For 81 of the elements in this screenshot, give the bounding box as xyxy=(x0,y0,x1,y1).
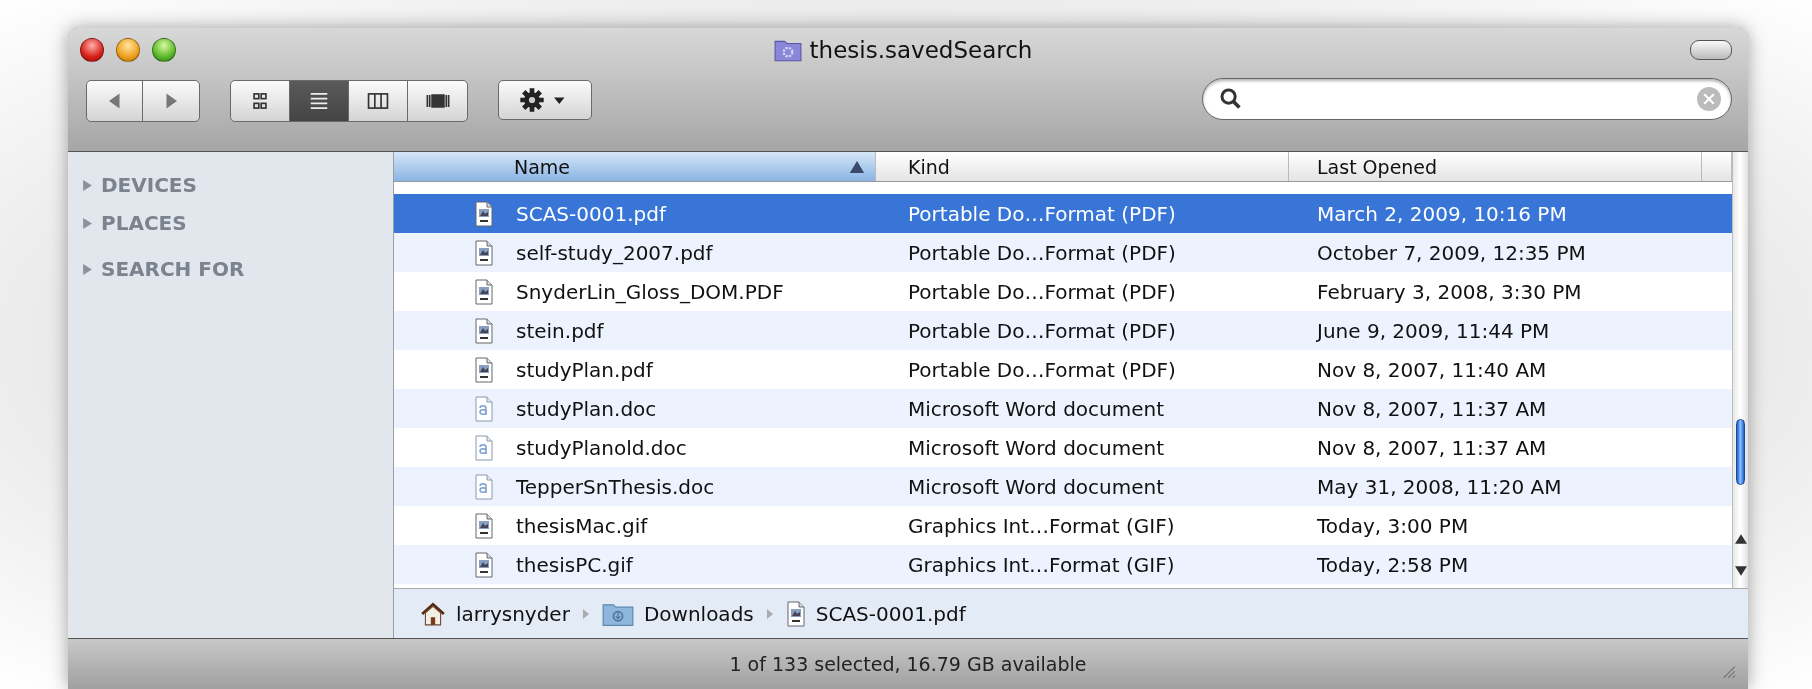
view-button[interactable] xyxy=(290,81,349,121)
disclosure-triangle-icon xyxy=(82,263,93,275)
file-kind: Microsoft Word document xyxy=(908,435,1165,460)
last-opened: March 2, 2009, 10:16 PM xyxy=(1317,201,1567,226)
file-name: stein.pdf xyxy=(516,318,604,343)
status-text: 1 of 133 selected, 16.79 GB available xyxy=(729,653,1087,675)
document-icon xyxy=(474,355,494,384)
file-kind: Portable Do…Format (PDF) xyxy=(908,357,1176,382)
file-kind: Microsoft Word document xyxy=(908,396,1165,421)
word-document-icon xyxy=(474,433,494,462)
last-opened: October 7, 2009, 12:35 PM xyxy=(1317,240,1586,265)
file-name: SCAS-0001.pdf xyxy=(516,201,666,226)
toolbar-toggle-button[interactable] xyxy=(1690,40,1732,60)
word-document-icon xyxy=(474,394,494,423)
disclosure-triangle-icon xyxy=(82,179,93,191)
last-opened: May 31, 2008, 11:20 AM xyxy=(1317,474,1562,499)
path-separator-icon xyxy=(765,608,774,619)
file-name: thesisMac.gif xyxy=(516,513,648,538)
column-header[interactable]: Last Opened xyxy=(1289,152,1702,181)
file-kind: Portable Do…Format (PDF) xyxy=(908,279,1176,304)
file-row[interactable]: SCAS-0001.pdf Portable Do…Format (PDF) March 2, 2009, 10:16 PM xyxy=(394,194,1732,233)
search-icon xyxy=(1219,87,1243,111)
file-kind: Portable Do…Format (PDF) xyxy=(908,318,1176,343)
file-name: studyPlanold.doc xyxy=(516,435,687,460)
last-opened: Today, 3:00 PM xyxy=(1317,513,1469,538)
sort-arrow-icon xyxy=(849,160,865,173)
disclosure-triangle-icon xyxy=(82,217,93,229)
file-kind: Microsoft Word document xyxy=(908,474,1165,499)
file-name: thesisPC.gif xyxy=(516,552,633,577)
file-row[interactable]: stein.pdf Portable Do…Format (PDF) June 9, 2009, 11:44 PM xyxy=(394,311,1732,350)
action-menu-button[interactable] xyxy=(498,80,592,120)
file-name: TepperSnThesis.doc xyxy=(516,474,715,499)
document-icon xyxy=(474,550,494,579)
close-button[interactable] xyxy=(80,38,104,62)
zoom-button[interactable] xyxy=(152,38,176,62)
document-icon xyxy=(474,511,494,540)
file-name: studyPlan.doc xyxy=(516,396,657,421)
last-opened: Nov 8, 2007, 11:37 AM xyxy=(1317,396,1547,421)
file-kind: Graphics Int…Format (GIF) xyxy=(908,552,1175,577)
path-item[interactable]: larrysnyder xyxy=(420,600,570,627)
column-header[interactable]: Name xyxy=(394,152,876,181)
file-row[interactable]: studyPlanold.doc Microsoft Word document Nov 8, 2007, 11:37 AM xyxy=(394,428,1732,467)
last-opened: Nov 8, 2007, 11:40 AM xyxy=(1317,357,1547,382)
window-title: thesis.savedSearch xyxy=(809,37,1033,63)
file-row[interactable]: TepperSnThesis.doc Microsoft Word document May 31, 2008, 11:20 AM xyxy=(394,467,1732,506)
scroll-thumb[interactable] xyxy=(1736,419,1745,485)
document-icon xyxy=(474,199,494,228)
document-icon xyxy=(474,238,494,267)
file-row[interactable]: thesisPC.gif Graphics Int…Format (GIF) Today, 2:58 PM xyxy=(394,545,1732,584)
document-icon xyxy=(474,277,494,306)
house-icon xyxy=(420,600,446,627)
file-row[interactable]: studyPlan.pdf Portable Do…Format (PDF) Nov 8, 2007, 11:40 AM xyxy=(394,350,1732,389)
path-item[interactable]: Downloads xyxy=(601,600,754,627)
last-opened: February 3, 2008, 3:30 PM xyxy=(1317,279,1582,304)
document-icon xyxy=(474,316,494,345)
scroll-down-icon[interactable] xyxy=(1734,566,1747,576)
columns-icon xyxy=(365,91,391,111)
file-row[interactable]: thesisMac.gif Graphics Int…Format (GIF) Today, 3:00 PM xyxy=(394,506,1732,545)
cover-flow-icon xyxy=(424,91,451,111)
file-row[interactable]: SnyderLin_Gloss_DOM.PDF Portable Do…Format (PDF) February 3, 2008, 3:30 PM xyxy=(394,272,1732,311)
path-item[interactable]: SCAS-0001.pdf xyxy=(785,599,966,628)
last-opened: Today, 2:58 PM xyxy=(1317,552,1469,577)
search-field[interactable] xyxy=(1202,78,1732,120)
file-row[interactable]: studyPlan.doc Microsoft Word document Nov 8, 2007, 11:37 AM xyxy=(394,389,1732,428)
file-name: studyPlan.pdf xyxy=(516,357,653,382)
file-row[interactable]: self-study_2007.pdf Portable Do…Format (PDF) October 7, 2009, 12:35 PM xyxy=(394,233,1732,272)
path-separator-icon xyxy=(581,608,590,619)
file-kind: Portable Do…Format (PDF) xyxy=(908,240,1176,265)
scroll-up-icon[interactable] xyxy=(1734,534,1747,544)
last-opened: Nov 8, 2007, 11:37 AM xyxy=(1317,435,1547,460)
file-kind: Graphics Int…Format (GIF) xyxy=(908,513,1175,538)
scrollbar[interactable] xyxy=(1732,152,1748,588)
smart-folder-icon xyxy=(773,38,802,62)
document-icon xyxy=(785,599,806,628)
file-name: SnyderLin_Gloss_DOM.PDF xyxy=(516,279,784,304)
file-name: self-study_2007.pdf xyxy=(516,240,713,265)
column-header[interactable]: Kind xyxy=(876,152,1289,181)
word-document-icon xyxy=(474,472,494,501)
minimize-button[interactable] xyxy=(116,38,140,62)
file-kind: Portable Do…Format (PDF) xyxy=(908,201,1176,226)
last-opened: June 9, 2009, 11:44 PM xyxy=(1317,318,1550,343)
